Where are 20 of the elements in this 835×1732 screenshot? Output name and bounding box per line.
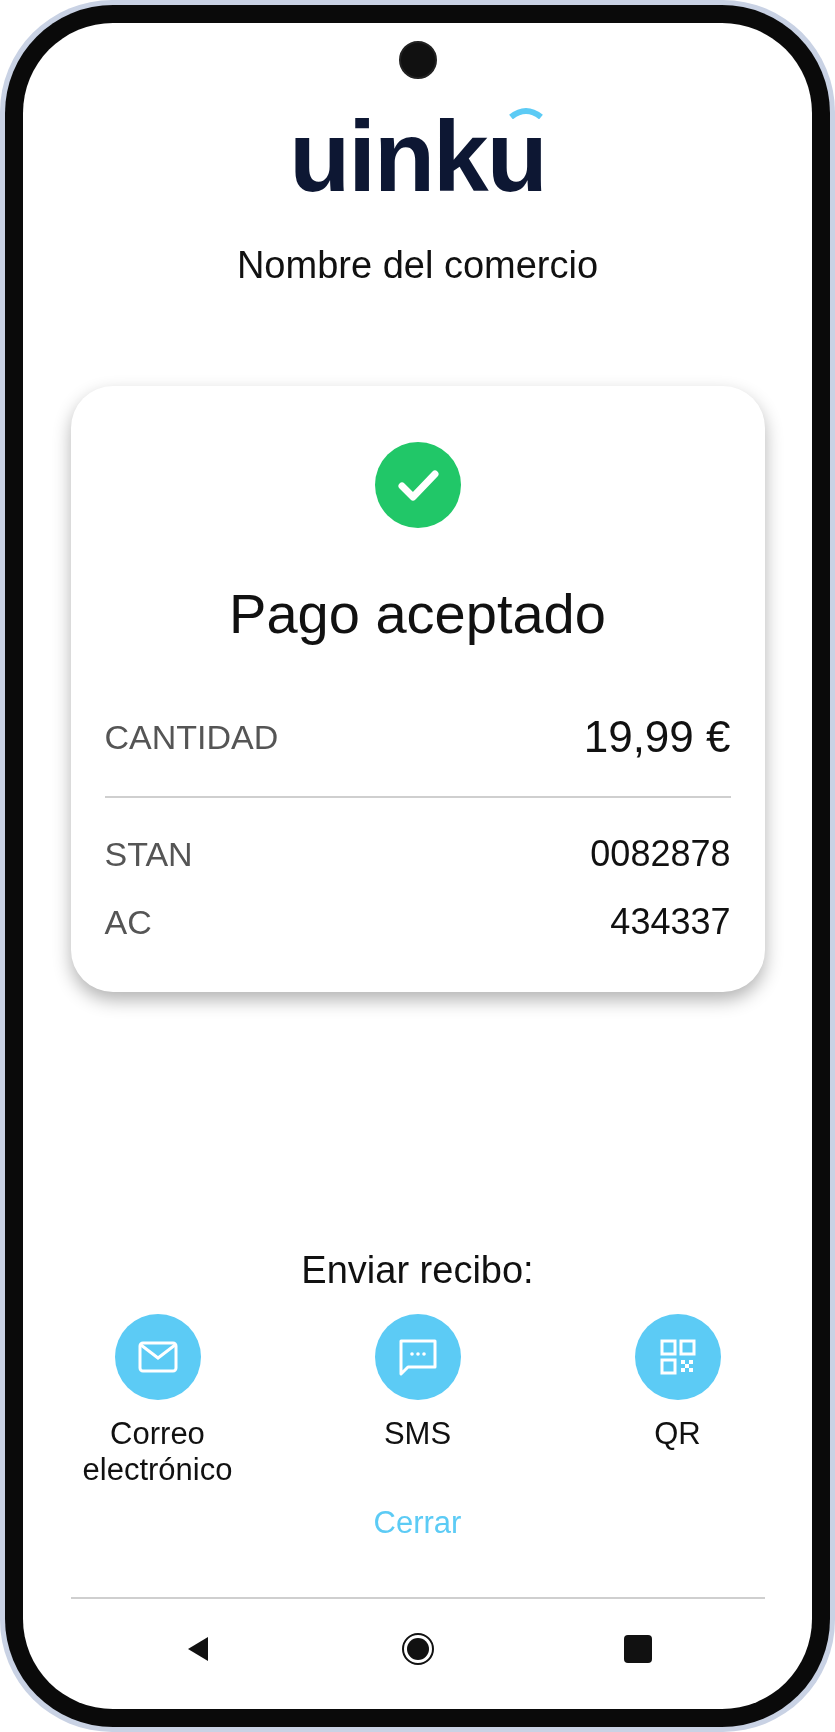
receipt-option-button[interactable]: QR: [577, 1314, 778, 1488]
camera-icon: [398, 41, 437, 79]
receipt-option-button[interactable]: SMS: [317, 1314, 518, 1488]
receipt-title: Enviar recibo:: [301, 1248, 534, 1292]
receipt-option-button[interactable]: Correo electrónico: [57, 1314, 258, 1488]
chat-bubble-icon: [397, 1338, 438, 1376]
square-icon: [623, 1634, 652, 1663]
logo: uinku: [289, 119, 546, 193]
home-circle-icon: [400, 1631, 435, 1666]
detail-value: 0082878: [590, 832, 731, 876]
qr-code-icon: [659, 1339, 696, 1375]
logo-arc-icon: [507, 105, 544, 119]
merchant-name: Nombre del comercio: [236, 243, 599, 288]
detail-label: AC: [104, 901, 152, 943]
status-title: Pago aceptado: [229, 582, 606, 646]
amount-label: CANTIDAD: [104, 716, 279, 758]
detail-label: STAN: [104, 833, 193, 875]
amount-value: 19,99 €: [583, 711, 731, 763]
envelope-icon: [137, 1341, 178, 1373]
detail-value: 434337: [610, 900, 731, 944]
